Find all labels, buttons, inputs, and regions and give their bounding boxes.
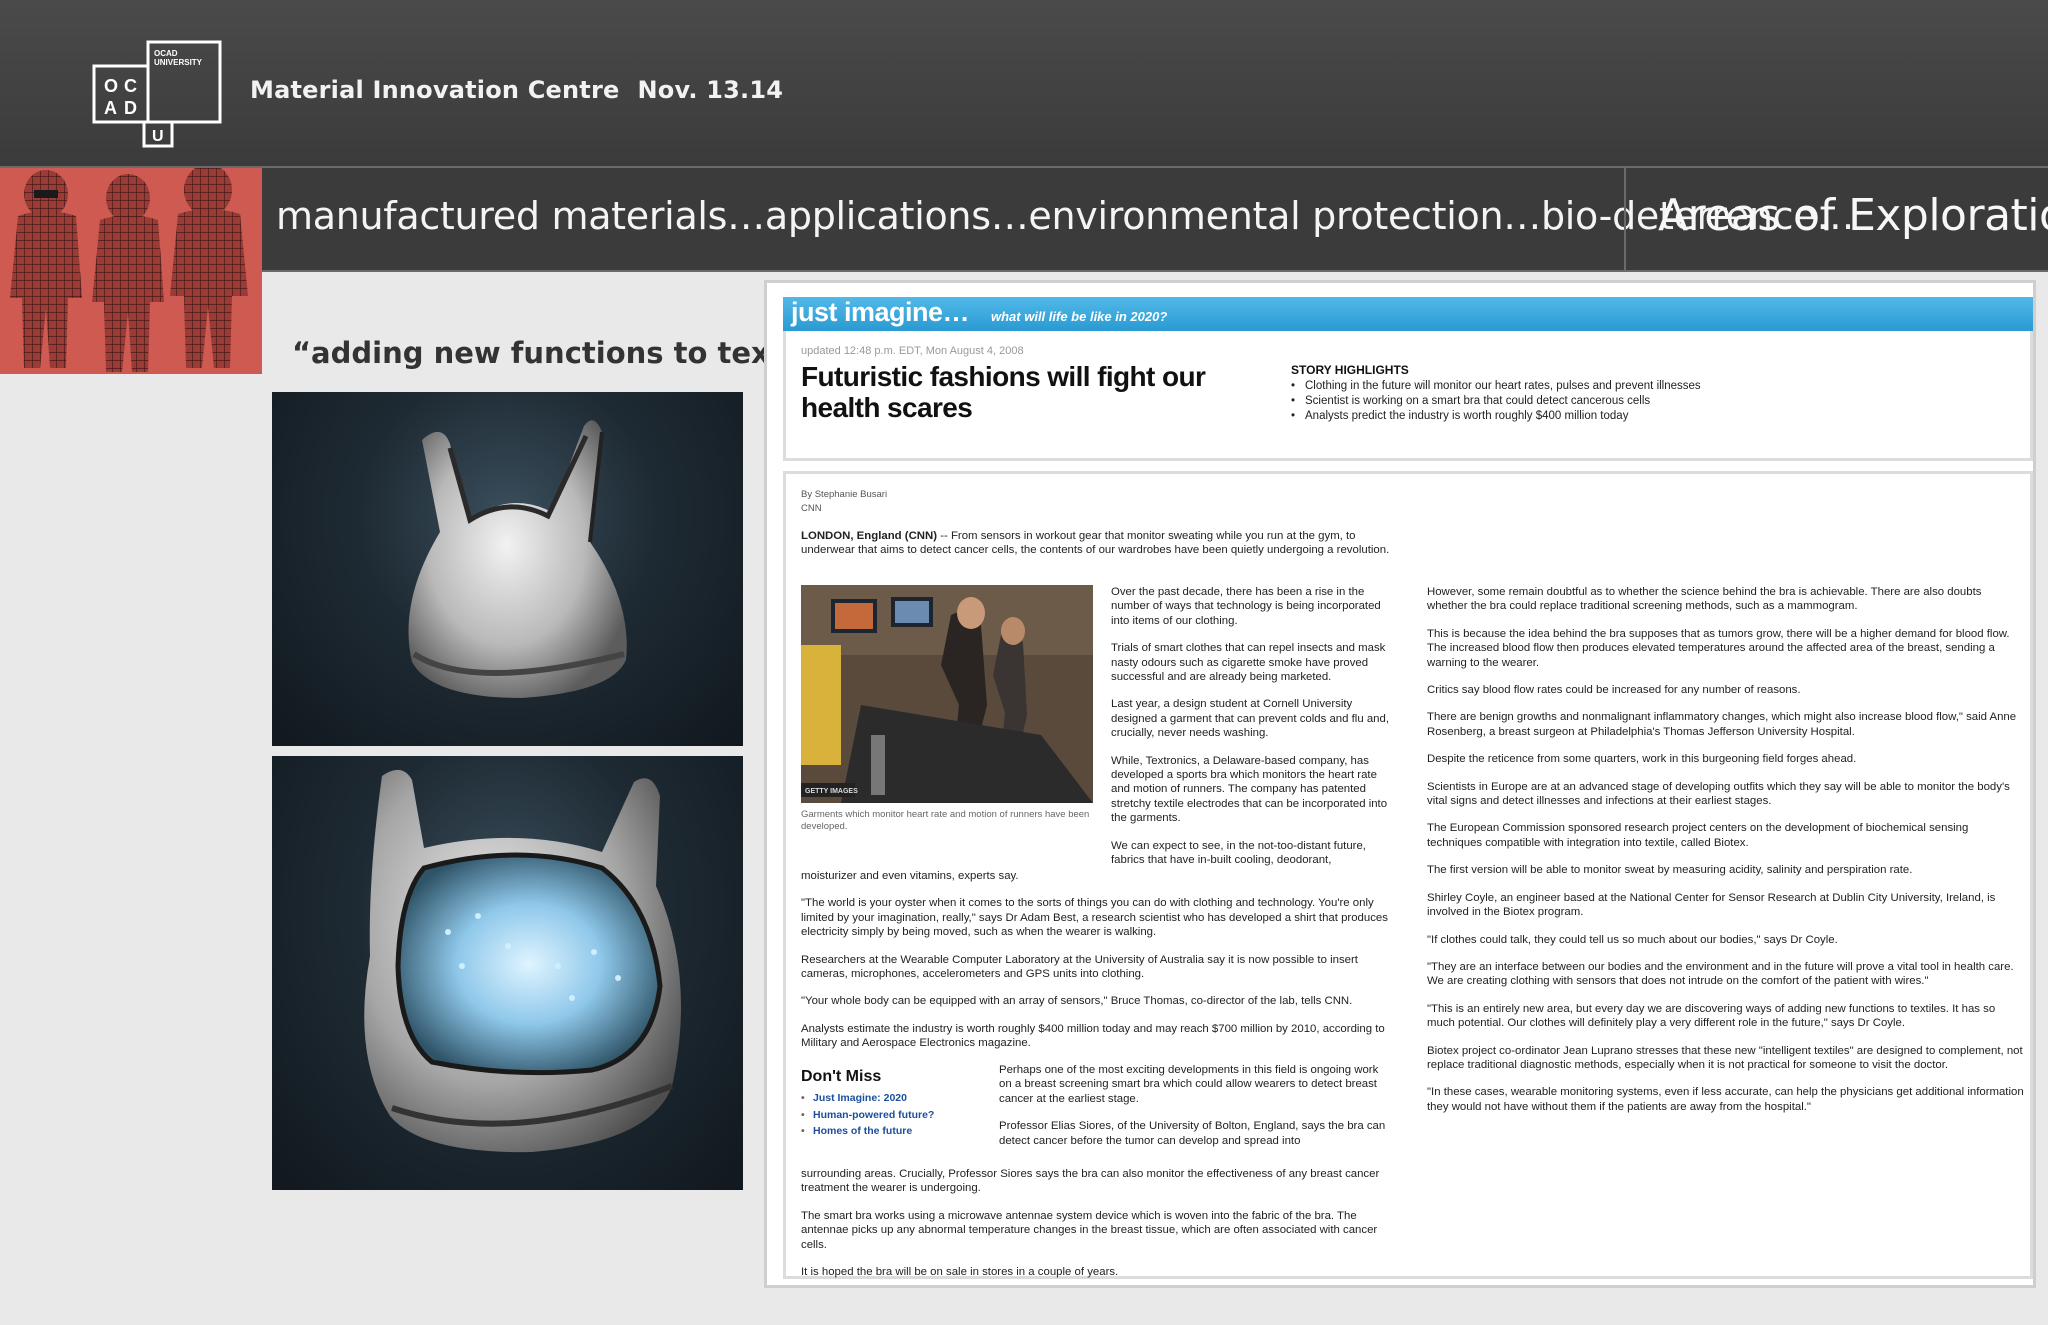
paragraph: Researchers at the Wearable Computer Lab… <box>801 953 1358 981</box>
paragraph: The European Commission sponsored resear… <box>1427 822 1969 849</box>
lead-dateline: LONDON, England (CNN) <box>801 530 938 542</box>
paragraph: "The world is your oyster when it comes … <box>801 897 1388 939</box>
byline-author: By Stephanie Busari <box>801 489 888 500</box>
paragraph: We can expect to see, in the not-too-dis… <box>1111 839 1366 867</box>
article-byline: By Stephanie Busari CNN <box>801 488 887 516</box>
paragraph: This is because the idea behind the bra … <box>1427 627 2010 669</box>
paragraph: The smart bra works using a microwave an… <box>801 1209 1378 1251</box>
dont-miss-link[interactable]: Just Imagine: 2020 <box>801 1090 934 1107</box>
header-title-line: Material Innovation Centre Nov. 13.14 <box>250 76 783 104</box>
paragraph: Last year, a design student at Cornell U… <box>1111 698 1389 740</box>
paragraph: moisturizer and even vitamins, experts s… <box>801 870 1019 882</box>
paragraph: The first version will be able to monito… <box>1427 864 1913 877</box>
paragraph: Professor Elias Siores, of the Universit… <box>999 1120 1386 1147</box>
paragraph: Scientists in Europe are at an advanced … <box>1427 780 2010 808</box>
paragraph: "Your whole body can be equipped with an… <box>801 995 1353 1008</box>
article-column-left-bottom: surrounding areas. Crucially, Professor … <box>801 1167 1391 1292</box>
paragraph: Despite the reticence from some quarters… <box>1427 753 1857 766</box>
photo-caption: Garments which monitor heart rate and mo… <box>801 809 1090 832</box>
svg-text:A: A <box>104 98 117 118</box>
treadmill-gym-photo: GETTY IMAGES <box>801 585 1093 803</box>
smart-bra-photo-glow <box>272 756 743 1190</box>
just-imagine-subtitle: what will life be like in 2020? <box>991 309 1168 324</box>
paragraph: "If clothes could talk, they could tell … <box>1427 933 1838 946</box>
svg-text:C: C <box>124 76 137 96</box>
cnn-article: just imagine… what will life be like in … <box>764 280 2036 1288</box>
paragraph: surrounding areas. Crucially, Professor … <box>801 1168 1380 1195</box>
header-date: Nov. 13.14 <box>637 76 784 104</box>
paragraph: Trials of smart clothes that can repel i… <box>1111 642 1386 684</box>
slide-header: OCAD UNIVERSITY O C A D U Material Innov… <box>0 0 2048 166</box>
hazmat-suits-image <box>0 168 262 374</box>
paragraph: Analysts estimate the industry is worth … <box>801 1022 1385 1050</box>
paragraph: Shirley Coyle, an engineer based at the … <box>1427 891 1996 919</box>
svg-text:OCAD: OCAD <box>154 49 178 58</box>
dont-miss-link[interactable]: Homes of the future <box>801 1123 934 1140</box>
banner-divider <box>1624 168 1626 270</box>
paragraph: While, Textronics, a Delaware-based comp… <box>1111 754 1388 825</box>
svg-text:U: U <box>152 128 164 145</box>
svg-text:O: O <box>104 76 118 96</box>
article-column-right: However, some remain doubtful as to whet… <box>1427 585 2025 1127</box>
paragraph: "This is an entirely new area, but every… <box>1427 1002 1996 1030</box>
sports-bra-render <box>408 420 627 698</box>
article-column-left-lower: moisturizer and even vitamins, experts s… <box>801 869 1391 1064</box>
highlight-item: Clothing in the future will monitor our … <box>1291 379 1771 394</box>
byline-source: CNN <box>801 503 822 514</box>
svg-text:UNIVERSITY: UNIVERSITY <box>154 58 203 67</box>
updated-timestamp: updated 12:48 p.m. EDT, Mon August 4, 20… <box>801 345 1024 357</box>
svg-text:D: D <box>124 98 137 118</box>
paragraph: Perhaps one of the most exciting develop… <box>999 1064 1379 1105</box>
ocad-university-logo: OCAD UNIVERSITY O C A D U <box>92 40 222 148</box>
banner-topics: manufactured materials…applications…envi… <box>276 194 1855 238</box>
article-headline: Futuristic fashions will fight our healt… <box>801 361 1206 423</box>
story-highlights-title: STORY HIGHLIGHTS <box>1291 363 1409 377</box>
smart-bra-paragraphs: Perhaps one of the most exciting develop… <box>999 1063 1391 1161</box>
dont-miss-link[interactable]: Human-powered future? <box>801 1107 934 1124</box>
hazmat-figures-illustration <box>0 168 262 374</box>
paragraph: "In these cases, wearable monitoring sys… <box>1427 1086 2024 1113</box>
gym-runners-image: GETTY IMAGES <box>801 585 1093 803</box>
highlight-item: Scientist is working on a smart bra that… <box>1291 394 1771 409</box>
smart-bra-photo-front <box>272 392 743 746</box>
dont-miss-title: Don't Miss <box>801 1068 882 1085</box>
paragraph: It is hoped the bra will be on sale in s… <box>801 1266 1119 1279</box>
header-title: Material Innovation Centre <box>250 76 620 104</box>
dont-miss-list: Just Imagine: 2020 Human-powered future?… <box>801 1090 934 1140</box>
story-highlights-list: Clothing in the future will monitor our … <box>1291 379 1771 424</box>
section-title: Areas of Exploration <box>1658 190 2048 241</box>
paragraph: "They are an interface between our bodie… <box>1427 960 2014 988</box>
paragraph: Biotex project co-ordinator Jean Luprano… <box>1427 1044 2023 1071</box>
paragraph: However, some remain doubtful as to whet… <box>1427 586 1982 613</box>
just-imagine-bar: just imagine… what will life be like in … <box>783 297 2033 331</box>
article-lead: LONDON, England (CNN) -- From sensors in… <box>801 529 1391 558</box>
sports-bra-sensors-render <box>364 769 681 1153</box>
highlight-item: Analysts predict the industry is worth r… <box>1291 409 1771 424</box>
paragraph: Critics say blood flow rates could be in… <box>1427 684 1801 697</box>
just-imagine-brand: just imagine… <box>791 297 970 327</box>
paragraph: There are benign growths and nonmalignan… <box>1427 711 2017 738</box>
svg-text:GETTY IMAGES: GETTY IMAGES <box>805 788 858 795</box>
article-column-middle: Over the past decade, there has been a r… <box>1111 585 1391 881</box>
paragraph: Over the past decade, there has been a r… <box>1111 586 1381 627</box>
